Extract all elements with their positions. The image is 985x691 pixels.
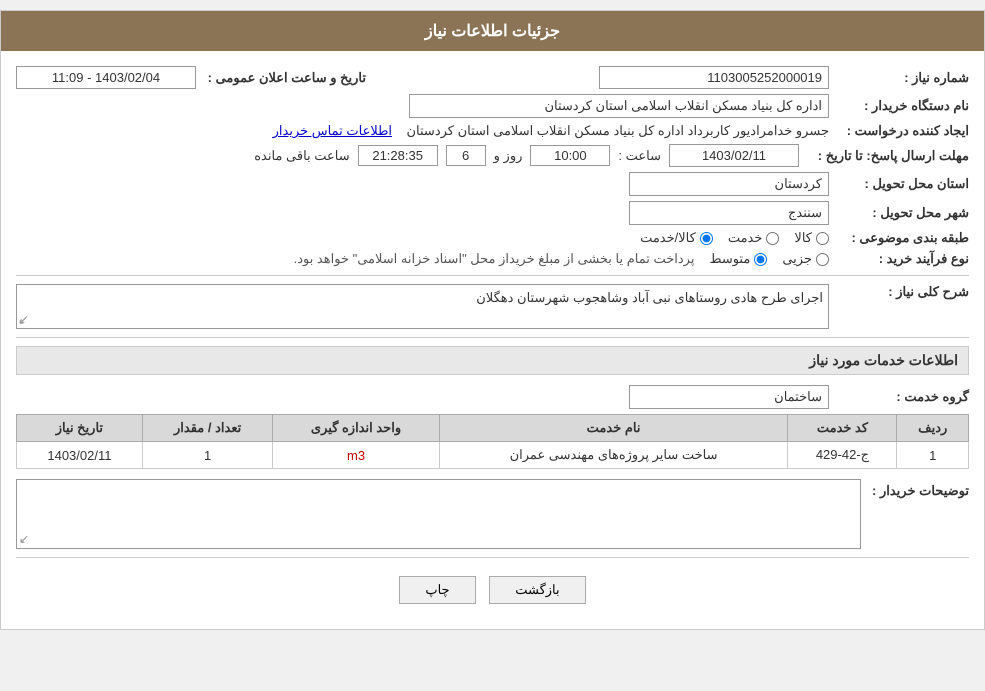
col-tarikheNiaz: تاریخ نیاز: [17, 415, 143, 442]
sharhKoli-text: اجرای طرح هادی روستاهای نبی آباد وشاهجوب…: [476, 290, 823, 305]
tabaqe-khadamat-item: خدمت: [728, 230, 780, 246]
content-area: شماره نیاز : 1103005252000019 تاریخ و سا…: [1, 51, 984, 629]
noeFarayand-value: جزیی متوسط پرداخت تمام یا بخشی از مبلغ خ…: [16, 251, 829, 267]
noeFarayand-label: نوع فرآیند خرید :: [829, 251, 969, 267]
page-title: جزئیات اطلاعات نیاز: [425, 23, 560, 40]
mande-label: ساعت باقی مانده: [254, 148, 349, 164]
saat-label: ساعت :: [618, 148, 661, 164]
sharhKoli-label: شرح کلی نیاز :: [829, 284, 969, 300]
ijadKonande-row: ایجاد کننده درخواست : جسرو خدامرادیور کا…: [16, 123, 969, 139]
noeFarayand-motavasset-radio[interactable]: [754, 253, 767, 266]
namDastgah-row: نام دستگاه خریدار : اداره کل بنیاد مسکن …: [16, 94, 969, 118]
mohlat-row: مهلت ارسال پاسخ: تا تاریخ : 1403/02/11 س…: [16, 144, 969, 167]
bazgasht-button[interactable]: بازگشت: [489, 576, 585, 604]
page-wrapper: جزئیات اطلاعات نیاز شماره نیاز : 1103005…: [0, 10, 985, 630]
page-header: جزئیات اطلاعات نیاز: [1, 11, 984, 51]
shahr-input: سنندج: [629, 201, 829, 225]
sharhKoli-row: شرح کلی نیاز : اجرای طرح هادی روستاهای ن…: [16, 284, 969, 329]
col-namKhadamat: نام خدمت: [439, 415, 788, 442]
shahr-label: شهر محل تحویل :: [829, 205, 969, 221]
cell-namKhadamat: ساخت سایر پروژه‌های مهندسی عمران: [439, 442, 788, 469]
shomareNiaz-label: شماره نیاز :: [829, 70, 969, 86]
tabaqe-khadamat-radio[interactable]: [766, 232, 779, 245]
tamas-kharidad-link[interactable]: اطلاعات تماس خریدار: [273, 123, 392, 138]
noeFarayand-jozi-radio[interactable]: [816, 253, 829, 266]
ostan-label: استان محل تحویل :: [829, 176, 969, 192]
shomareNiaz-value: 1103005252000019: [416, 66, 829, 89]
col-vahedAndaze: واحد اندازه گیری: [273, 415, 439, 442]
chap-button[interactable]: چاپ: [399, 576, 475, 604]
cell-tarikheNiaz: 1403/02/11: [17, 442, 143, 469]
shomareNiaz-row: شماره نیاز : 1103005252000019 تاریخ و سا…: [16, 66, 969, 89]
noeFarayand-radio-group: جزیی متوسط پرداخت تمام یا بخشی از مبلغ خ…: [16, 251, 829, 267]
shahr-value: سنندج: [16, 201, 829, 225]
noeFarayand-row: نوع فرآیند خرید : جزیی متوسط پرداخت تمام…: [16, 251, 969, 267]
sharhKoli-value: اجرای طرح هادی روستاهای نبی آباد وشاهجوب…: [16, 284, 829, 329]
cell-kodKhadamat: ج-42-429: [788, 442, 897, 469]
table-row: 1 ج-42-429 ساخت سایر پروژه‌های مهندسی عم…: [17, 442, 969, 469]
namDastgah-label: نام دستگاه خریدار :: [829, 98, 969, 114]
tabaqe-kala-khadamat-radio[interactable]: [700, 232, 713, 245]
mohlat-roz: 6: [446, 145, 486, 166]
noeFarayand-jozi-item: جزیی: [782, 251, 829, 267]
tabaqe-row: طبقه بندی موضوعی : کالا خدمت کالا/خدمت: [16, 230, 969, 246]
groheKhadamat-row: گروه خدمت : ساختمان: [16, 385, 969, 409]
tabaqe-kala-khadamat-label: کالا/خدمت: [640, 230, 696, 246]
col-kodKhadamat: کد خدمت: [788, 415, 897, 442]
table-header-row: ردیف کد خدمت نام خدمت واحد اندازه گیری ت…: [17, 415, 969, 442]
cell-radif: 1: [897, 442, 969, 469]
mohlat-date: 1403/02/11: [669, 144, 799, 167]
col-radif: ردیف: [897, 415, 969, 442]
button-area: بازگشت چاپ: [16, 566, 969, 614]
sharhKoli-container: اجرای طرح هادی روستاهای نبی آباد وشاهجوب…: [16, 284, 829, 329]
tabaqe-kala-khadamat-item: کالا/خدمت: [640, 230, 713, 246]
section2-title: اطلاعات خدمات مورد نیاز: [16, 346, 969, 375]
mohlat-value: 1403/02/11 ساعت : 10:00 روز و 6 21:28:35…: [16, 144, 799, 167]
ostan-input: کردستان: [629, 172, 829, 196]
groheKhadamat-label: گروه خدمت :: [829, 389, 969, 405]
tozihat-container: توضیحات خریدار : ↙: [16, 479, 969, 549]
tarikhSaat-label: تاریخ و ساعت اعلان عمومی :: [208, 70, 366, 85]
cell-vahedAndaze: m3: [273, 442, 439, 469]
col-tedadMegdar: تعداد / مقدار: [142, 415, 273, 442]
tarikhSaat-value: 1403/02/04 - 11:09: [16, 66, 196, 89]
noeFarayand-motavasset-label: متوسط: [709, 251, 750, 267]
cell-tedadMegdar: 1: [142, 442, 273, 469]
noeFarayand-motavasset-item: متوسط: [709, 251, 767, 267]
tabaqe-kala-label: کالا: [794, 230, 812, 246]
groheKhadamat-value: ساختمان: [16, 385, 829, 409]
groheKhadamat-input: ساختمان: [629, 385, 829, 409]
mohlat-saat: 10:00: [530, 145, 610, 166]
tabaqe-radio-group: کالا خدمت کالا/خدمت: [16, 230, 829, 246]
divider-2: [16, 337, 969, 338]
services-table: ردیف کد خدمت نام خدمت واحد اندازه گیری ت…: [16, 414, 969, 469]
mohlat-clock: 21:28:35: [358, 145, 438, 166]
ijadKonande-value: جسرو خدامرادیور کاربرداد اداره کل بنیاد …: [16, 123, 829, 139]
tabaqe-kala-item: کالا: [794, 230, 829, 246]
tabaqe-label: طبقه بندی موضوعی :: [829, 230, 969, 246]
ijadKonande-label: ایجاد کننده درخواست :: [829, 123, 969, 139]
tozihat-box: ↙: [16, 479, 861, 549]
roz-label: روز و: [494, 148, 523, 164]
namDastgah-value: اداره کل بنیاد مسکن انقلاب اسلامی استان …: [16, 94, 829, 118]
shomareNiaz-input: 1103005252000019: [599, 66, 829, 89]
namDastgah-input: اداره کل بنیاد مسکن انقلاب اسلامی استان …: [409, 94, 829, 118]
tozihat-label: توضیحات خریدار :: [869, 479, 969, 499]
shahr-row: شهر محل تحویل : سنندج: [16, 201, 969, 225]
ostan-row: استان محل تحویل : کردستان: [16, 172, 969, 196]
divider-3: [16, 557, 969, 558]
tabaqe-value: کالا خدمت کالا/خدمت: [16, 230, 829, 246]
tabaqe-khadamat-label: خدمت: [728, 230, 763, 246]
ijadKonande-text: جسرو خدامرادیور کاربرداد اداره کل بنیاد …: [407, 123, 830, 138]
ostan-value: کردستان: [16, 172, 829, 196]
noeFarayand-jozi-label: جزیی: [782, 251, 812, 267]
divider-1: [16, 275, 969, 276]
tabaqe-kala-radio[interactable]: [816, 232, 829, 245]
mohlat-label: مهلت ارسال پاسخ: تا تاریخ :: [799, 148, 969, 164]
noeFarayand-desc: پرداخت تمام یا بخشی از مبلغ خریداز محل "…: [294, 251, 695, 267]
